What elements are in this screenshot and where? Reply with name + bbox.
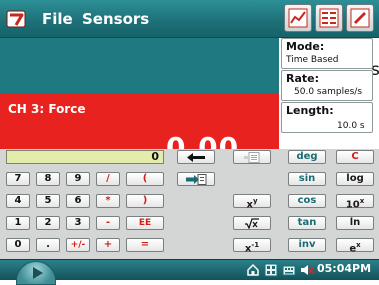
app-logo-icon[interactable]: [5, 8, 27, 30]
sqrt-button[interactable]: [233, 216, 271, 230]
close-paren-button[interactable]: ): [126, 194, 164, 208]
rate-panel[interactable]: Rate: 50.0 samples/s: [281, 70, 373, 101]
meter-view-button[interactable]: [346, 4, 374, 32]
graph-view-button[interactable]: [284, 4, 312, 32]
length-value: 10.0 s: [337, 121, 365, 131]
key-8[interactable]: 8: [36, 172, 60, 186]
exp-button[interactable]: ex: [336, 238, 374, 254]
exp-superscript: x: [356, 241, 361, 249]
table-view-button[interactable]: [315, 4, 343, 32]
backspace-button[interactable]: [177, 150, 215, 164]
length-panel[interactable]: Length: 10.0 s: [281, 102, 373, 133]
reciprocal-superscript: -1: [251, 241, 260, 249]
clear-button[interactable]: C: [336, 150, 374, 164]
decimal-point-button[interactable]: .: [36, 238, 60, 252]
key-2[interactable]: 2: [36, 216, 60, 230]
mode-panel[interactable]: Mode: Time Based: [281, 38, 373, 69]
clock: 05:04PM: [317, 262, 372, 275]
reciprocal-button[interactable]: x-1: [233, 238, 271, 254]
key-1[interactable]: 1: [6, 216, 30, 230]
calculator-display: 0: [6, 150, 164, 164]
key-3[interactable]: 3: [66, 216, 90, 230]
rate-title: Rate:: [286, 72, 320, 85]
length-title: Length:: [286, 104, 334, 117]
key-6[interactable]: 6: [66, 194, 90, 208]
mode-value: Time Based: [286, 55, 339, 65]
key-7[interactable]: 7: [6, 172, 30, 186]
divide-button[interactable]: /: [96, 172, 120, 186]
meter-icon: [350, 8, 370, 28]
start-button[interactable]: [16, 261, 56, 285]
ee-button[interactable]: EE: [126, 216, 164, 230]
mode-title: Mode:: [286, 40, 325, 53]
inv-button[interactable]: inv: [288, 238, 326, 252]
plus-button[interactable]: +: [96, 238, 120, 252]
key-4[interactable]: 4: [6, 194, 30, 208]
key-9[interactable]: 9: [66, 172, 90, 186]
channel-label: CH 3: Force: [8, 102, 86, 116]
volume-muted-icon[interactable]: [300, 262, 314, 276]
multiply-button[interactable]: *: [96, 194, 120, 208]
key-0[interactable]: 0: [6, 238, 30, 252]
cos-button[interactable]: cos: [288, 194, 326, 208]
tan-button[interactable]: tan: [288, 216, 326, 230]
file-menu[interactable]: File: [42, 9, 73, 29]
equals-button[interactable]: =: [126, 238, 164, 252]
graph-icon: [288, 8, 308, 28]
deg-button[interactable]: deg: [288, 150, 326, 164]
minus-button[interactable]: -: [96, 216, 120, 230]
ten-power-label: 10: [345, 199, 360, 211]
open-paren-button[interactable]: (: [126, 172, 164, 186]
keyboard-icon[interactable]: [282, 262, 296, 276]
backspace-icon: [187, 153, 205, 162]
table-icon: [319, 8, 339, 28]
ten-power-superscript: x: [359, 197, 365, 205]
rate-value: 50.0 samples/s: [294, 87, 363, 97]
square-root-icon: [245, 218, 259, 229]
paste-icon: [186, 174, 207, 185]
apps-icon[interactable]: [264, 262, 278, 277]
sensor-panel: [0, 38, 279, 93]
key-5[interactable]: 5: [36, 194, 60, 208]
copy-icon: [244, 152, 260, 163]
home-icon[interactable]: [246, 262, 260, 276]
power-superscript: y: [252, 197, 258, 205]
paste-button[interactable]: [177, 172, 215, 186]
log-button[interactable]: log: [336, 172, 374, 186]
power-button[interactable]: xy: [233, 194, 271, 210]
play-icon: [33, 267, 43, 279]
copy-button[interactable]: [233, 150, 271, 164]
ten-power-button[interactable]: 10x: [336, 194, 374, 211]
ln-button[interactable]: ln: [336, 216, 374, 230]
plus-minus-button[interactable]: +/-: [66, 238, 90, 252]
sensors-menu[interactable]: Sensors: [82, 9, 149, 29]
sin-button[interactable]: sin: [288, 172, 326, 186]
